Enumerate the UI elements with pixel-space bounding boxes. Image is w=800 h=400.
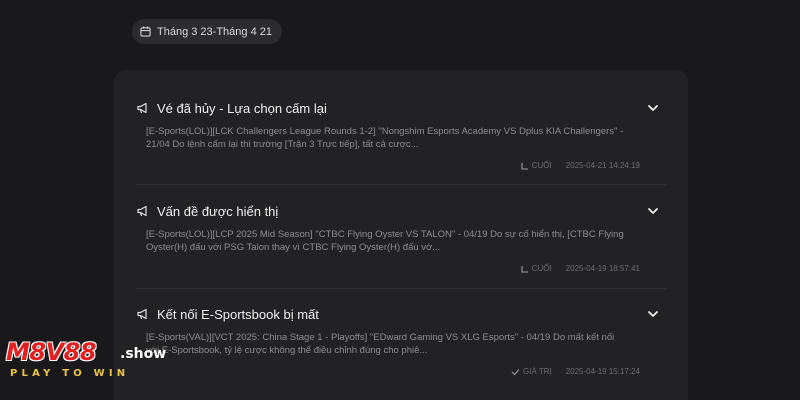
tag-icon [521,162,528,170]
chevron-down-icon[interactable] [646,204,660,218]
notice-tag-label: CUỐI [531,264,552,273]
notice-time: 2025-04-19 18:57:41 [565,264,640,273]
notice-body: [E-Sports(VAL)][VCT 2025: China Stage 1 … [146,332,615,356]
tag-icon [521,265,528,273]
notice-panel: Vé đã hủy - Lựa chọn cấm lại [E-Sports(L… [114,70,688,400]
watermark-brand: M8V88 [6,338,97,366]
divider [136,184,666,185]
notice-item[interactable]: Vé đã hủy - Lựa chọn cấm lại [E-Sports(L… [136,98,666,170]
notice-tag: CUỐI [521,161,552,170]
chevron-down-icon[interactable] [646,307,660,321]
notice-title: Kết nối E-Sportsbook bị mất [157,306,319,322]
notice-item[interactable]: Vấn đề được hiển thị [E-Sports(LOL)][LCP… [136,201,666,273]
notice-tag-label: CUỐI [531,161,552,170]
chevron-down-icon[interactable] [646,101,660,115]
watermark-slogan: PLAY TO WIN [10,368,130,379]
notice-meta: CUỐI 2025-04-19 18:57:41 [136,264,666,273]
watermark-logo: M8V88 .show PLAY TO WIN [6,338,176,386]
page: Tháng 3 23-Tháng 4 21 Vé đã hủy - Lựa ch… [0,0,800,400]
notice-tag-label: GIÁ TRỊ [522,367,552,376]
notice-title: Vấn đề được hiển thị [157,203,279,219]
notice-meta: CUỐI 2025-04-21 14:24:19 [136,161,666,170]
check-icon [511,368,520,375]
megaphone-icon [137,308,147,320]
calendar-icon [140,26,151,37]
notice-time: 2025-04-21 14:24:19 [565,161,640,170]
notice-body: [E-Sports(LOL)][LCK Challengers League R… [146,126,624,150]
notice-title: Vé đã hủy - Lựa chọn cấm lại [157,100,327,116]
notice-header[interactable]: Kết nối E-Sportsbook bị mất [136,304,666,324]
megaphone-icon [137,205,147,217]
notice-header[interactable]: Vé đã hủy - Lựa chọn cấm lại [136,98,666,118]
megaphone-icon [137,102,147,114]
date-range-label: Tháng 3 23-Tháng 4 21 [157,25,272,38]
notice-item[interactable]: Kết nối E-Sportsbook bị mất [E-Sports(VA… [136,304,666,376]
divider [136,288,666,289]
notice-body: [E-Sports(LOL)][LCP 2025 Mid Season] "CT… [146,229,624,253]
notice-time: 2025-04-19 15:17:24 [565,367,640,376]
notice-tag: CUỐI [521,264,552,273]
notice-header[interactable]: Vấn đề được hiển thị [136,201,666,221]
notice-tag: GIÁ TRỊ [511,367,552,376]
watermark-domain: .show [120,346,167,362]
date-range-filter[interactable]: Tháng 3 23-Tháng 4 21 [132,19,282,44]
notice-meta: GIÁ TRỊ 2025-04-19 15:17:24 [136,367,666,376]
